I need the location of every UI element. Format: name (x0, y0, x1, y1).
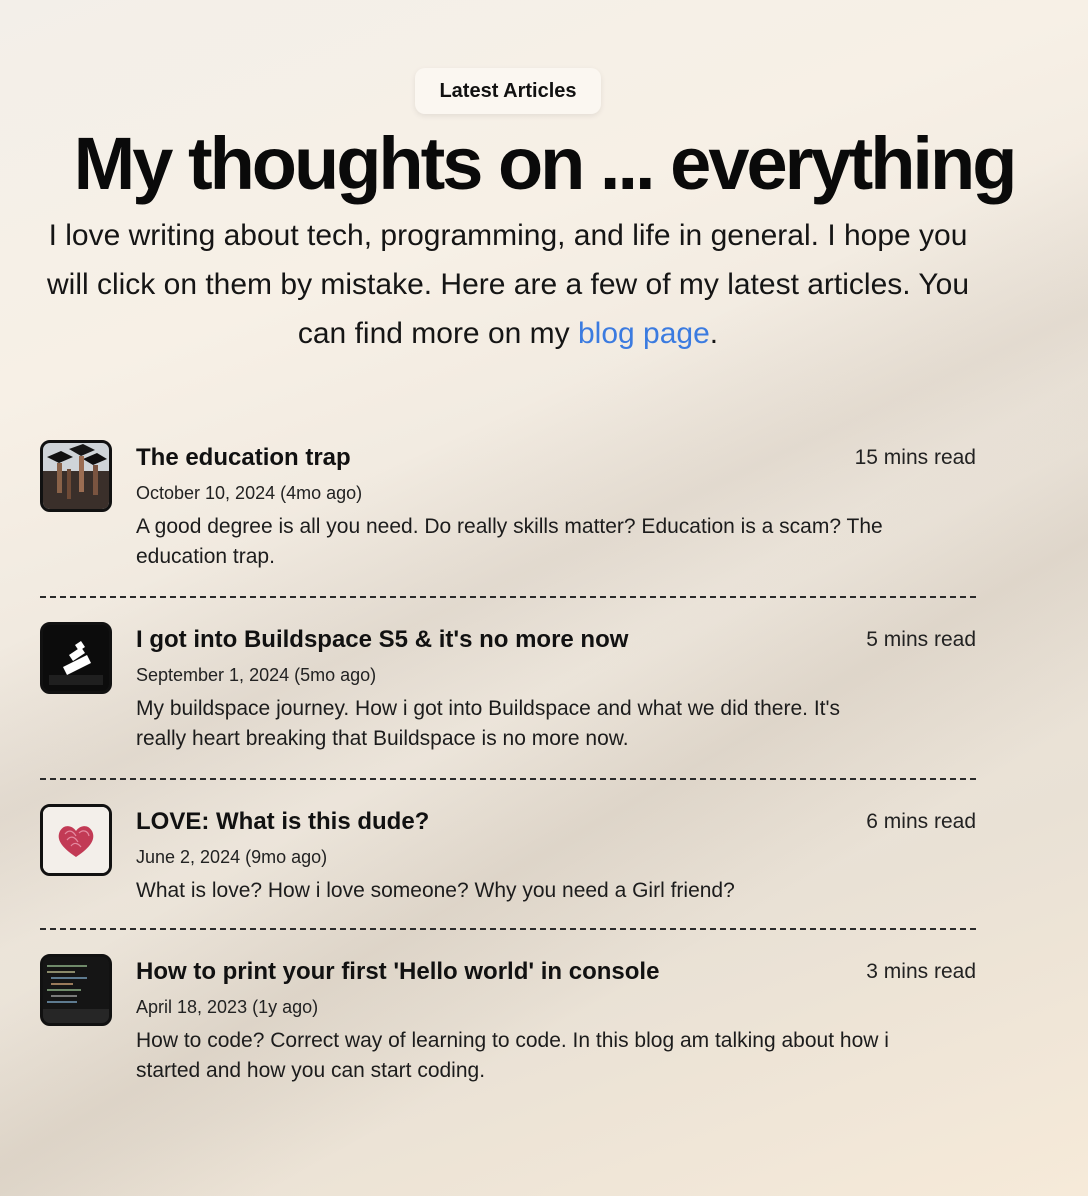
article-description: What is love? How i love someone? Why yo… (136, 879, 735, 902)
article-title[interactable]: LOVE: What is this dude? (136, 808, 429, 836)
article-description: A good degree is all you need. Do really… (136, 515, 883, 568)
article-item[interactable]: The education trap 15 mins read October … (40, 440, 976, 596)
dashed-divider (40, 928, 976, 930)
intro-text: I love writing about tech, programming, … (46, 219, 970, 350)
article-list: The education trap 15 mins read October … (40, 440, 976, 1094)
read-time: 15 mins read (854, 446, 976, 469)
page-title: My thoughts on ... everything (73, 122, 1018, 205)
article-item[interactable]: LOVE: What is this dude? 6 mins read Jun… (40, 804, 976, 928)
dashed-divider (40, 778, 976, 780)
article-description: My buildspace journey. How i got into Bu… (136, 697, 841, 750)
article-item[interactable]: How to print your first 'Hello world' in… (40, 954, 976, 1094)
article-title[interactable]: How to print your first 'Hello world' in… (136, 958, 659, 986)
read-time: 5 mins read (866, 628, 976, 651)
article-item[interactable]: I got into Buildspace S5 & it's no more … (40, 622, 976, 778)
blog-page-link[interactable]: blog page (578, 317, 710, 350)
intro-paragraph: I love writing about tech, programming, … (40, 211, 976, 358)
intro-end: . (709, 317, 719, 350)
article-date: June 2, 2024 (9mo ago) (136, 847, 328, 867)
read-time: 3 mins read (866, 960, 976, 983)
article-date: September 1, 2024 (5mo ago) (136, 665, 377, 685)
article-description: How to code? Correct way of learning to … (136, 1029, 889, 1082)
buildspace-logo-thumbnail (40, 622, 112, 694)
article-date: April 18, 2023 (1y ago) (136, 997, 319, 1017)
latest-articles-badge: Latest Articles (415, 68, 601, 114)
article-title[interactable]: The education trap (136, 444, 351, 472)
code-screen-thumbnail (40, 954, 112, 1026)
fingerprint-heart-thumbnail (40, 804, 112, 876)
article-title[interactable]: I got into Buildspace S5 & it's no more … (136, 626, 628, 654)
read-time: 6 mins read (866, 810, 976, 833)
dashed-divider (40, 596, 976, 598)
graduation-caps-thumbnail (40, 440, 112, 512)
article-date: October 10, 2024 (4mo ago) (136, 483, 363, 503)
